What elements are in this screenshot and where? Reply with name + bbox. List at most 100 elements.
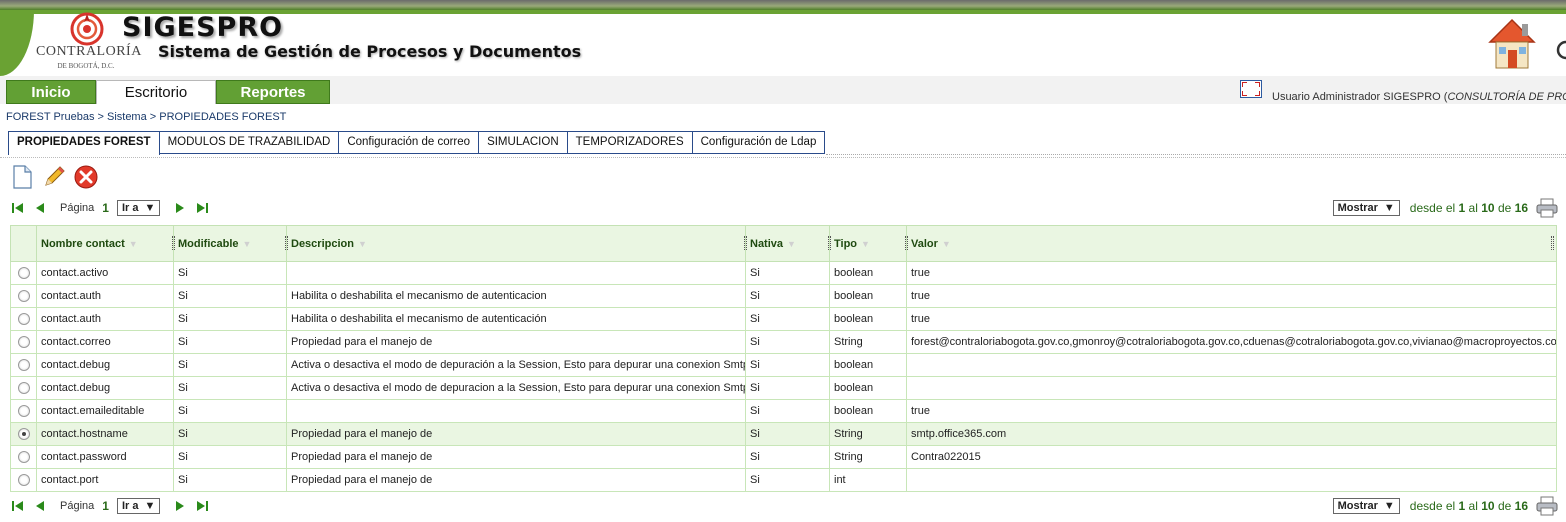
- range-from-label: desde el: [1409, 201, 1456, 215]
- table-row[interactable]: contact.debug Si Activa o desactiva el mod…: [10, 353, 1557, 377]
- goto-label: Ir a: [121, 202, 139, 214]
- table-row[interactable]: contact.password Si Propiedad para el mane…: [10, 445, 1557, 469]
- range-of-label: de: [1497, 499, 1512, 513]
- row-radio[interactable]: [17, 313, 30, 325]
- tab-simulacion[interactable]: SIMULACION: [479, 131, 568, 154]
- header-swoosh: [0, 10, 34, 76]
- user-label: Usuario Administrador SIGESPRO (: [1272, 91, 1448, 103]
- column-header-modificable[interactable]: Modificable ▼: [172, 225, 287, 262]
- first-page-icon[interactable]: [10, 200, 26, 216]
- row-radio[interactable]: [17, 359, 30, 371]
- last-page-icon[interactable]: [194, 200, 210, 216]
- range-from: 1: [1458, 201, 1466, 215]
- show-select[interactable]: Mostrar ▼: [1332, 200, 1400, 216]
- cell-modificable: Si: [173, 399, 287, 423]
- new-document-icon: [13, 165, 32, 189]
- cell-valor: true: [906, 261, 1557, 285]
- chevron-down-icon: ▼: [144, 202, 156, 214]
- cell-modificable: Si: [173, 468, 287, 492]
- column-label: Tipo: [834, 237, 858, 250]
- printer-icon[interactable]: [1536, 198, 1558, 218]
- row-radio[interactable]: [17, 451, 30, 463]
- new-button[interactable]: [10, 165, 34, 189]
- cell-tipo: boolean: [829, 399, 907, 423]
- goto-page-select[interactable]: Ir a ▼: [116, 498, 161, 514]
- last-page-icon[interactable]: [194, 498, 210, 514]
- printer-icon[interactable]: [1536, 496, 1558, 516]
- fullscreen-icon[interactable]: [1240, 80, 1262, 98]
- row-radio[interactable]: [17, 267, 30, 279]
- column-resize-handle[interactable]: [828, 236, 831, 250]
- tab-modulos-trazabilidad[interactable]: MODULOS DE TRAZABILIDAD: [159, 131, 340, 154]
- chevron-down-icon: ▼: [1383, 202, 1395, 214]
- column-resize-handle[interactable]: [1551, 236, 1554, 250]
- row-radio[interactable]: [17, 405, 30, 417]
- column-header-nombre[interactable]: Nombre contact ▼: [36, 225, 174, 262]
- cell-nombre: contact.port: [36, 468, 174, 492]
- column-label: Descripcion: [291, 237, 354, 250]
- home-icon[interactable]: [1488, 18, 1536, 72]
- edit-button[interactable]: [42, 165, 66, 189]
- cell-modificable: Si: [173, 261, 287, 285]
- cell-nativa: Si: [745, 468, 830, 492]
- table-row[interactable]: contact.activo Si Si boolean true: [10, 261, 1557, 285]
- tab-propiedades-forest[interactable]: PROPIEDADES FOREST: [8, 131, 160, 155]
- first-page-icon[interactable]: [10, 498, 26, 514]
- breadcrumb[interactable]: FOREST Pruebas > Sistema > PROPIEDADES F…: [6, 111, 286, 123]
- nav-tab-inicio[interactable]: Inicio: [6, 80, 96, 104]
- row-radio[interactable]: [17, 428, 30, 440]
- prev-page-icon[interactable]: [32, 498, 48, 514]
- tab-temporizadores[interactable]: TEMPORIZADORES: [567, 131, 693, 154]
- table-row[interactable]: contact.hostname Si Propiedad para el mane…: [10, 422, 1557, 446]
- table-row[interactable]: contact.correo Si Propiedad para el manejo…: [10, 330, 1557, 354]
- column-resize-handle[interactable]: [285, 236, 288, 250]
- next-page-icon[interactable]: [172, 200, 188, 216]
- range-to-label: al: [1468, 499, 1478, 513]
- nav-tab-escritorio[interactable]: Escritorio: [96, 80, 216, 104]
- next-page-icon[interactable]: [172, 498, 188, 514]
- column-resize-handle[interactable]: [172, 236, 175, 250]
- subtab-bar: PROPIEDADES FOREST MODULOS DE TRAZABILID…: [8, 131, 826, 155]
- tab-configuracion-correo[interactable]: Configuración de correo: [339, 131, 480, 154]
- column-header-tipo[interactable]: Tipo ▼: [828, 225, 907, 262]
- tab-configuracion-ldap[interactable]: Configuración de Ldap: [692, 131, 826, 154]
- power-icon[interactable]: [1556, 34, 1566, 64]
- cell-nativa: Si: [745, 422, 830, 446]
- column-header-valor[interactable]: Valor ▼: [905, 225, 1557, 262]
- tab-divider: [826, 154, 1566, 155]
- sort-icon: ▼: [128, 238, 138, 249]
- show-select[interactable]: Mostrar ▼: [1332, 498, 1400, 514]
- row-select-cell: [10, 284, 37, 308]
- cell-modificable: Si: [173, 330, 287, 354]
- nav-tab-reportes[interactable]: Reportes: [216, 80, 330, 104]
- show-label: Mostrar: [1337, 202, 1378, 214]
- row-radio[interactable]: [17, 290, 30, 302]
- user-role: CONSULTORÍA DE PRO: [1447, 91, 1566, 103]
- cell-tipo: String: [829, 330, 907, 354]
- column-resize-handle[interactable]: [744, 236, 747, 250]
- column-resize-handle[interactable]: [905, 236, 908, 250]
- table-row[interactable]: contact.emaileditable Si Si boolean true: [10, 399, 1557, 423]
- table-row[interactable]: contact.auth Si Habilita o deshabilita el …: [10, 307, 1557, 331]
- column-label: Modificable: [178, 237, 239, 250]
- goto-page-select[interactable]: Ir a ▼: [116, 200, 161, 216]
- chevron-down-icon: ▼: [1383, 500, 1395, 512]
- table-row[interactable]: contact.auth Si Habilita o deshabilita el …: [10, 284, 1557, 308]
- row-radio[interactable]: [17, 336, 30, 348]
- goto-label: Ir a: [121, 500, 139, 512]
- contraloria-logo: CONTRALORÍA DE BOGOTÁ, D.C.: [36, 12, 141, 74]
- prev-page-icon[interactable]: [32, 200, 48, 216]
- pager-top: Página 1 Ir a ▼ Mostrar ▼ desde el 1 al 10…: [10, 198, 1558, 218]
- column-header-nativa[interactable]: Nativa ▼: [744, 225, 830, 262]
- table-row[interactable]: contact.debug Si Activa o desactiva el mod…: [10, 376, 1557, 400]
- table-row[interactable]: contact.port Si Propiedad para el manejo d…: [10, 468, 1557, 492]
- row-radio[interactable]: [17, 474, 30, 486]
- cell-nativa: Si: [745, 399, 830, 423]
- column-header-descripcion[interactable]: Descripcion ▼: [285, 225, 746, 262]
- row-radio[interactable]: [17, 382, 30, 394]
- header-top-bar: [0, 0, 1566, 10]
- delete-button[interactable]: [74, 165, 98, 189]
- cell-valor: [906, 353, 1557, 377]
- row-select-cell: [10, 399, 37, 423]
- cell-modificable: Si: [173, 445, 287, 469]
